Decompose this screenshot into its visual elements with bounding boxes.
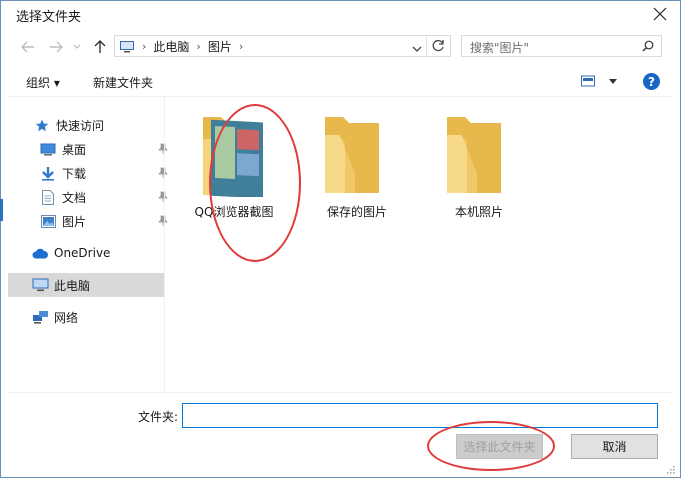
view-icon: [581, 75, 595, 87]
up-button[interactable]: [90, 37, 110, 57]
computer-icon: [32, 278, 48, 292]
breadcrumb-separator: ›: [142, 39, 147, 53]
folder-name-input[interactable]: [182, 403, 658, 428]
new-folder-button[interactable]: 新建文件夹: [93, 74, 153, 91]
sidebar-item-label: 此电脑: [54, 278, 91, 293]
address-divider: [426, 36, 427, 56]
folder-label: 保存的图片: [326, 205, 387, 219]
folder-label: 本机照片: [454, 205, 503, 219]
close-button[interactable]: [648, 2, 672, 26]
cancel-button[interactable]: 取消: [571, 434, 658, 459]
refresh-button[interactable]: [431, 39, 445, 56]
folder-field-label: 文件夹:: [138, 410, 179, 424]
forward-button[interactable]: [46, 37, 66, 57]
sidebar-item-pictures[interactable]: 图片: [8, 209, 168, 233]
breadcrumb-pictures[interactable]: 图片: [208, 38, 232, 55]
change-view-button[interactable]: [581, 75, 617, 87]
sidebar-item-label: 快速访问: [56, 118, 105, 133]
help-button[interactable]: ?: [643, 73, 660, 90]
sidebar-item-label: 图片: [62, 214, 87, 229]
pin-icon: [158, 167, 168, 178]
address-bar[interactable]: › 此电脑 › 图片 ›: [114, 35, 451, 57]
sidebar-item-desktop[interactable]: 桌面: [8, 137, 168, 161]
pin-icon: [158, 143, 168, 154]
pin-icon: [158, 215, 168, 226]
resize-grip-icon[interactable]: [665, 464, 675, 474]
sidebar-item-documents[interactable]: 文档: [8, 185, 168, 209]
annotation-oval-button: [427, 421, 555, 471]
pin-icon: [158, 191, 168, 202]
computer-icon: [120, 40, 134, 52]
forward-arrow-icon: [50, 41, 63, 53]
star-icon: [35, 119, 49, 131]
back-arrow-icon: [21, 41, 34, 53]
search-placeholder: 搜索"图片": [470, 41, 530, 55]
document-icon: [42, 189, 54, 205]
refresh-icon: [432, 39, 444, 52]
download-icon: [42, 166, 54, 181]
sidebar-item-quick-access[interactable]: 快速访问: [8, 113, 164, 137]
dialog-title: 选择文件夹: [16, 10, 82, 25]
sidebar-item-label: 桌面: [62, 142, 87, 157]
window-edge-accent: [0, 199, 3, 221]
address-history-dropdown[interactable]: [412, 42, 422, 56]
search-icon: [642, 40, 654, 52]
chevron-down-icon: [412, 46, 422, 52]
sidebar-item-label: 网络: [54, 310, 79, 325]
desktop-icon: [40, 143, 56, 155]
cloud-icon: [32, 248, 48, 258]
back-button[interactable]: [18, 37, 38, 57]
footer-divider: [8, 392, 673, 393]
toolbar-divider: [8, 96, 673, 97]
folder-icon: [447, 117, 501, 193]
pane-divider: [164, 97, 165, 392]
folder-item-saved-pictures[interactable]: [319, 113, 385, 197]
sidebar-item-this-pc[interactable]: 此电脑: [8, 273, 164, 297]
up-arrow-icon: [94, 40, 106, 53]
breadcrumb-separator: ›: [238, 39, 244, 53]
sidebar-item-downloads[interactable]: 下载: [8, 161, 168, 185]
sidebar-item-label: 下载: [62, 166, 87, 181]
sidebar-item-onedrive[interactable]: OneDrive: [8, 241, 164, 265]
folder-icon: [325, 117, 379, 193]
chevron-down-icon: [609, 78, 617, 84]
sidebar-item-network[interactable]: 网络: [8, 305, 164, 329]
close-icon: [653, 7, 667, 21]
help-icon: ?: [648, 74, 655, 89]
folder-item-camera-roll[interactable]: [441, 113, 507, 197]
sidebar-item-label: 文档: [62, 190, 87, 205]
organize-menu[interactable]: 组织 ▾: [26, 74, 60, 91]
search-box[interactable]: 搜索"图片": [461, 35, 662, 57]
breadcrumb-separator: ›: [196, 39, 201, 53]
annotation-oval-folder: [209, 104, 301, 262]
recent-locations-button[interactable]: [70, 37, 84, 57]
pictures-icon: [40, 214, 56, 228]
breadcrumb-this-pc[interactable]: 此电脑: [153, 38, 189, 55]
network-icon: [32, 310, 48, 324]
chevron-down-icon: [73, 44, 81, 49]
sidebar-item-label: OneDrive: [54, 246, 111, 260]
